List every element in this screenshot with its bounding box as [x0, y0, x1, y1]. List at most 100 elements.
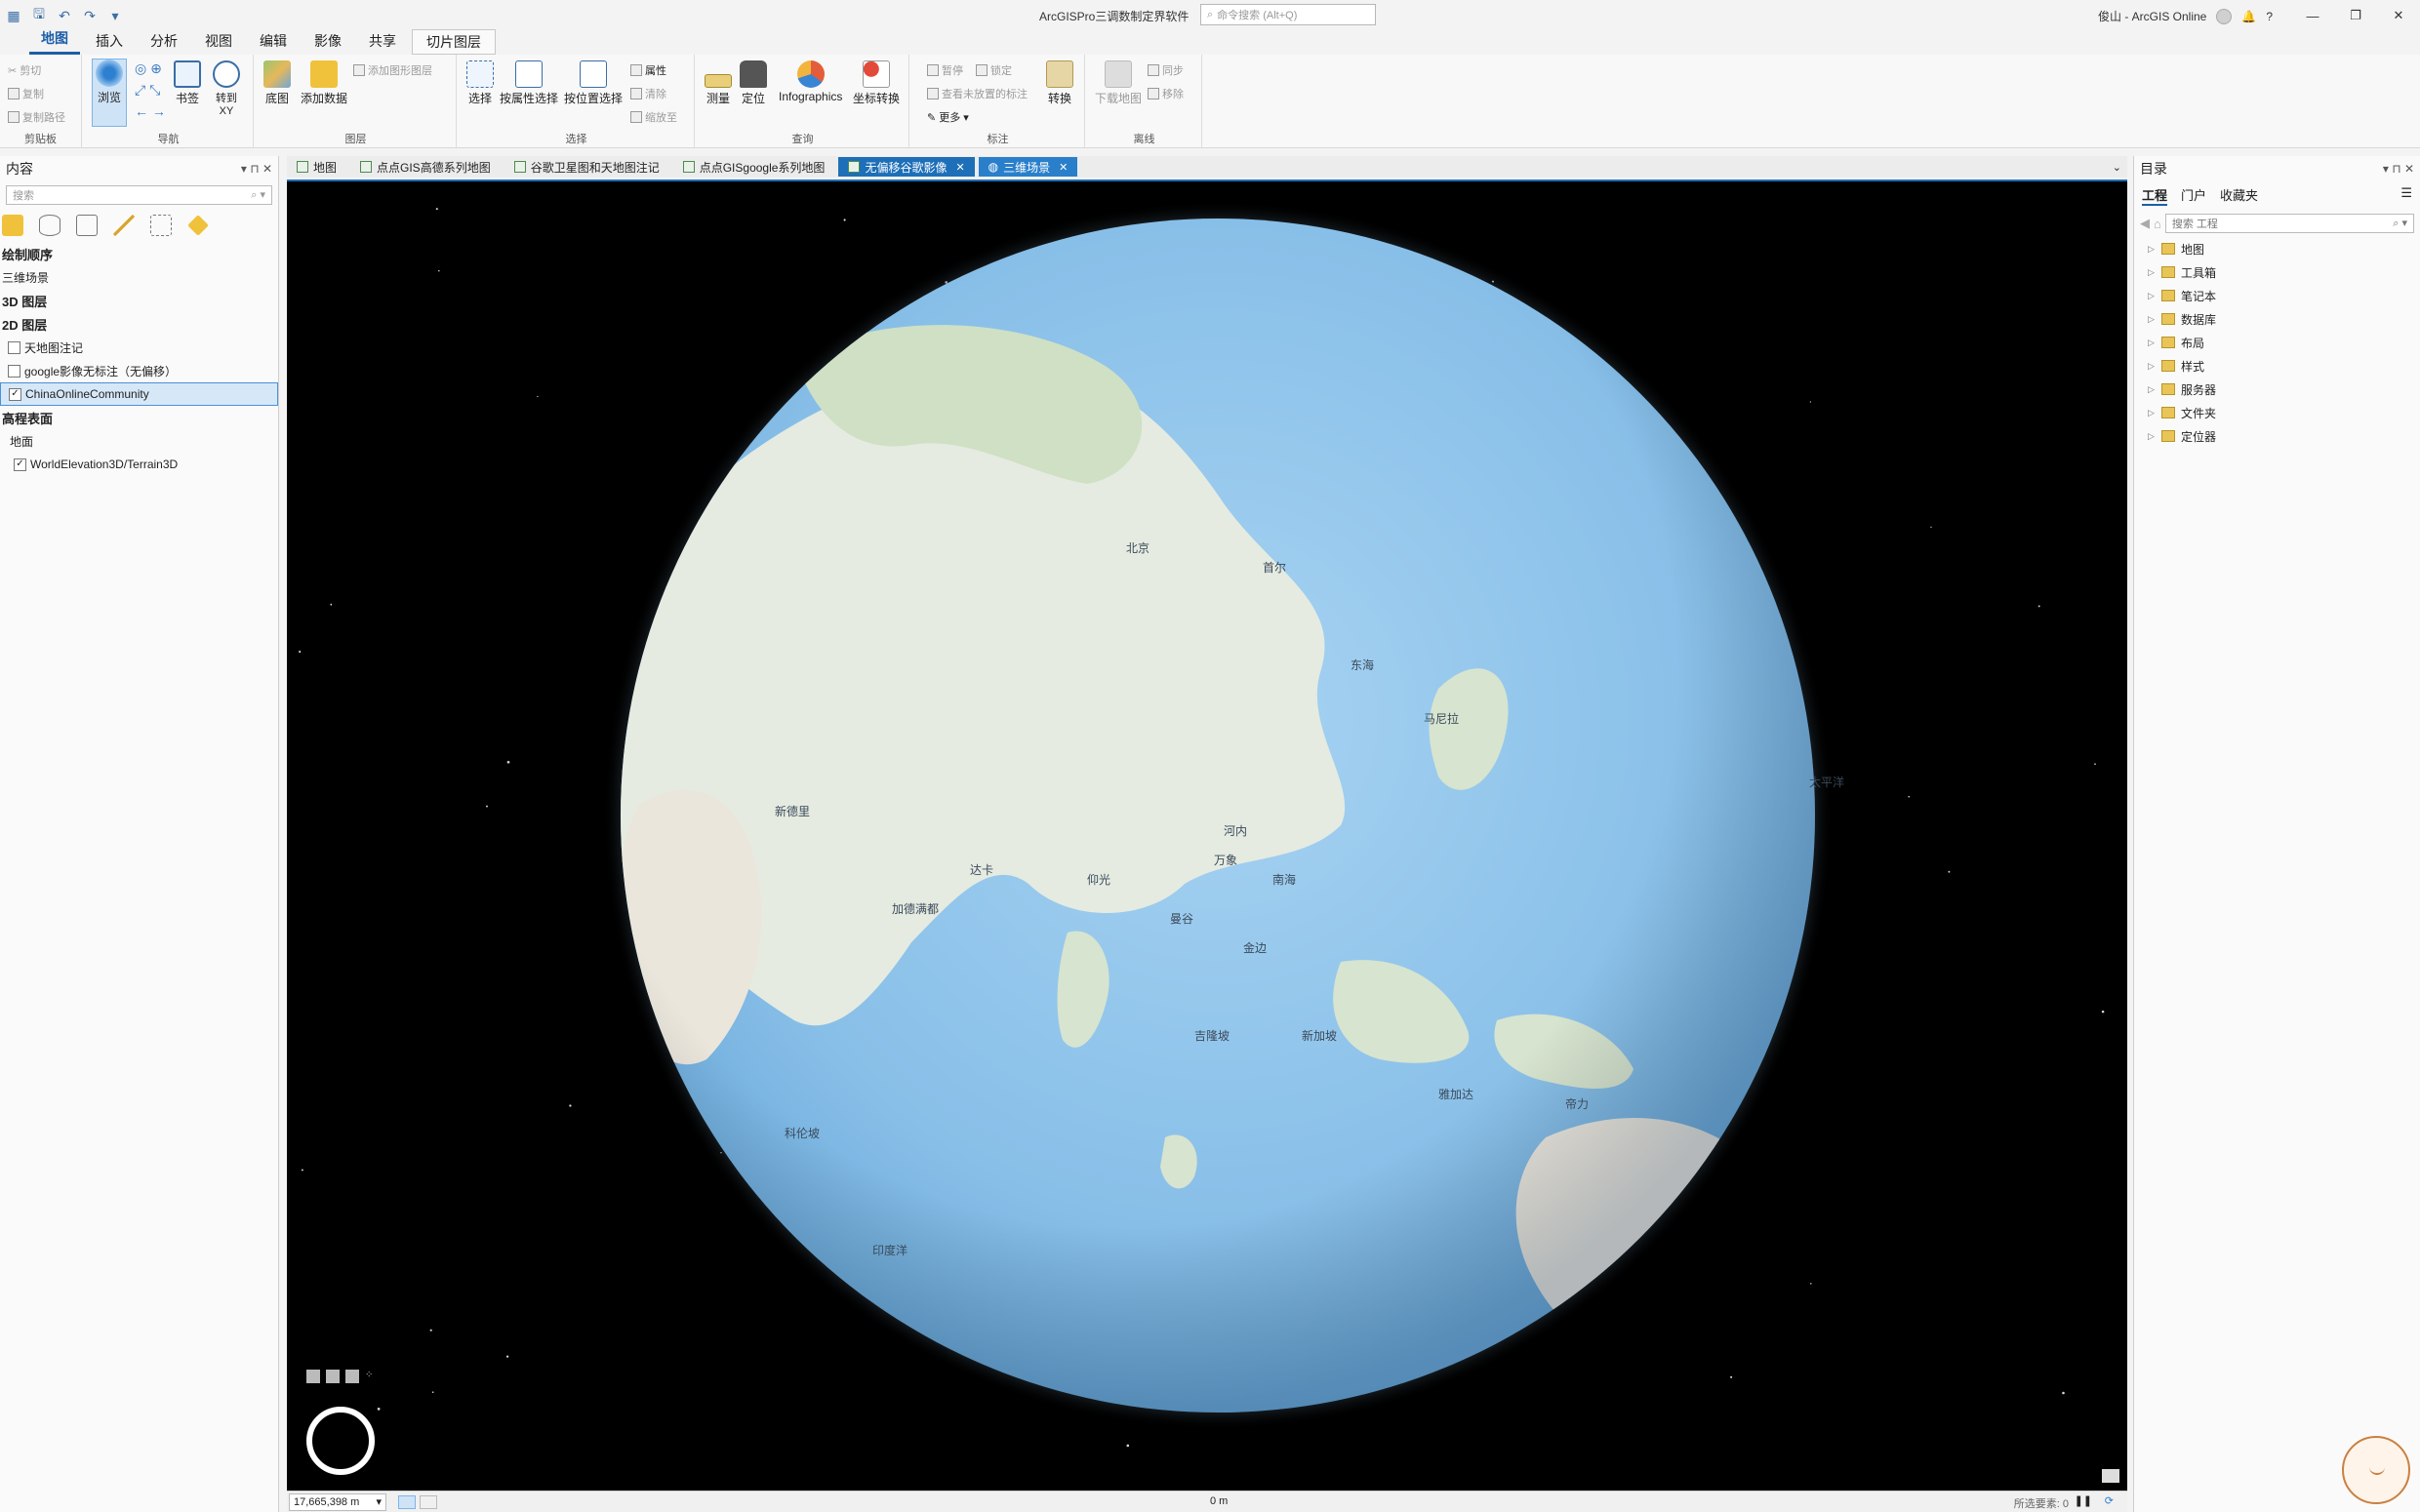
- tab-favorites[interactable]: 收藏夹: [2220, 185, 2258, 206]
- restore-button[interactable]: ❐: [2334, 0, 2377, 31]
- full-extent-icon[interactable]: ⤢ ⤡: [135, 82, 160, 99]
- expand-arrow-icon[interactable]: ▷: [2148, 431, 2156, 442]
- copy-button[interactable]: 复制: [8, 86, 44, 101]
- ribbon-tab-insert[interactable]: 插入: [84, 29, 135, 55]
- goto-xy-button[interactable]: 转到 XY: [209, 60, 244, 117]
- locate-button[interactable]: 定位: [740, 60, 767, 106]
- cut-button[interactable]: ✂ 剪切: [8, 62, 41, 78]
- scale-input[interactable]: 17,665,398 m ▾: [289, 1492, 386, 1511]
- layer-item[interactable]: 天地图注记: [0, 336, 278, 359]
- contents-search-input[interactable]: 搜索 ⌕ ▾: [6, 185, 272, 205]
- ribbon-tab-map[interactable]: 地图: [29, 26, 80, 55]
- navigator-control[interactable]: [306, 1407, 375, 1475]
- expand-arrow-icon[interactable]: ▷: [2148, 361, 2156, 372]
- add-graphics-layer-button[interactable]: 添加图形图层: [353, 62, 432, 78]
- layer-checkbox-checked[interactable]: ✓: [9, 387, 21, 401]
- layers-2d-node[interactable]: 2D 图层: [0, 312, 278, 336]
- ribbon-tab-analysis[interactable]: 分析: [139, 29, 189, 55]
- layer-checkbox[interactable]: [8, 364, 20, 378]
- lock-labels-button[interactable]: 锁定: [976, 62, 1012, 78]
- scene-tab[interactable]: ◍ 三维场景 ✕: [978, 157, 1078, 177]
- tab-portal[interactable]: 门户: [2181, 185, 2206, 206]
- scene-view[interactable]: 北京 马尼拉 河内 万象 曼谷 金边 仰光 达卡 加德满都 新德里 科伦坡 吉隆坡 新加坡 雅加达 帝力 首尔…: [287, 179, 2127, 1491]
- command-search-input[interactable]: ⌕ 命令搜索 (Alt+Q): [1200, 4, 1376, 25]
- convert-coordinates-button[interactable]: 坐标转换: [853, 60, 900, 106]
- ribbon-tab-tile-layer[interactable]: 切片图层: [412, 29, 496, 55]
- basemap-button[interactable]: 底图: [263, 60, 291, 106]
- up-arrow-icon[interactable]: [306, 1370, 320, 1383]
- clear-selection-button[interactable]: 清除: [630, 86, 666, 101]
- assistant-mascot-icon[interactable]: [2342, 1436, 2410, 1504]
- layers-3d-node[interactable]: 3D 图层: [0, 289, 278, 312]
- ribbon-tab-edit[interactable]: 编辑: [248, 29, 299, 55]
- close-window-button[interactable]: ✕: [2377, 0, 2420, 31]
- help-button[interactable]: ?: [2266, 10, 2273, 23]
- avatar[interactable]: [2216, 8, 2233, 24]
- close-tab-icon[interactable]: ✕: [1059, 161, 1068, 174]
- pane-controls-icon[interactable]: ▾ ⊓ ✕: [2383, 162, 2414, 176]
- catalog-search-input[interactable]: 搜索 工程 ⌕ ▾: [2164, 214, 2414, 233]
- layer-item[interactable]: google影像无标注（无偏移）: [0, 359, 278, 382]
- back-icon[interactable]: ◀: [2140, 216, 2150, 231]
- map-tab[interactable]: 地图: [287, 157, 346, 177]
- globe-scene[interactable]: 北京马尼拉河内万象曼谷金边 仰光 达卡加德满都 新德里科伦坡 吉隆坡 新加坡雅加达帝力 首尔…: [287, 181, 2127, 1491]
- menu-icon[interactable]: ☰: [2400, 185, 2412, 206]
- catalog-item-notebooks[interactable]: ▷ 笔记本: [2134, 284, 2420, 307]
- ground-node[interactable]: 地面: [0, 429, 278, 453]
- map-tab[interactable]: 谷歌卫星图和天地图注记: [504, 157, 669, 177]
- map-tips-icon[interactable]: [2102, 1469, 2119, 1483]
- map-tab[interactable]: 点点GIS高德系列地图: [350, 157, 501, 177]
- catalog-item-databases[interactable]: ▷ 数据库: [2134, 307, 2420, 331]
- expand-arrow-icon[interactable]: ▷: [2148, 244, 2156, 255]
- tab-list-chevron-icon[interactable]: ⌄: [2113, 161, 2127, 174]
- customize-chevron-icon[interactable]: ▾: [105, 8, 125, 24]
- select-button[interactable]: 选择: [466, 60, 494, 106]
- tab-project[interactable]: 工程: [2142, 185, 2168, 206]
- map-tab-active[interactable]: 无偏移谷歌影像 ✕: [838, 157, 975, 177]
- catalog-item-servers[interactable]: ▷ 服务器: [2134, 378, 2420, 401]
- bookmarks-button[interactable]: 书签: [174, 60, 201, 106]
- compass-icon[interactable]: [345, 1370, 359, 1383]
- attributes-button[interactable]: 属性: [630, 62, 666, 78]
- more-labeling-button[interactable]: ✎ 更多 ▾: [927, 109, 969, 125]
- expand-arrow-icon[interactable]: ▷: [2148, 314, 2156, 325]
- sync-button[interactable]: 同步: [1148, 62, 1184, 78]
- copy-path-button[interactable]: 复制路径: [8, 109, 65, 125]
- home-icon[interactable]: ⌂: [2154, 217, 2161, 231]
- catalog-item-toolboxes[interactable]: ▷ 工具箱: [2134, 260, 2420, 284]
- refresh-icon[interactable]: ⟳: [2105, 1494, 2114, 1507]
- redo-icon[interactable]: ↷: [80, 8, 100, 24]
- view-unplaced-button[interactable]: 查看未放置的标注: [927, 86, 1028, 101]
- save-icon[interactable]: 🖫: [29, 4, 49, 27]
- more-tools-icon[interactable]: ⁘: [365, 1370, 379, 1383]
- pause-drawing-icon[interactable]: ❚❚: [2075, 1494, 2092, 1507]
- editing-icon[interactable]: [113, 215, 135, 236]
- map-tab[interactable]: 点点GISgoogle系列地图: [673, 157, 835, 177]
- expand-arrow-icon[interactable]: ▷: [2148, 291, 2156, 301]
- convert-labels-button[interactable]: 转换: [1046, 60, 1073, 106]
- minimize-button[interactable]: —: [2291, 0, 2334, 31]
- scene-node[interactable]: 三维场景: [0, 265, 278, 289]
- infographics-button[interactable]: Infographics: [779, 60, 842, 103]
- catalog-item-folders[interactable]: ▷ 文件夹: [2134, 401, 2420, 424]
- zoom-tools-icon[interactable]: ◎ ⊕: [135, 60, 162, 77]
- elevation-checkbox-checked[interactable]: ✓: [14, 458, 26, 471]
- catalog-item-styles[interactable]: ▷ 样式: [2134, 354, 2420, 378]
- zoom-to-selection-button[interactable]: 缩放至: [630, 109, 677, 125]
- expand-arrow-icon[interactable]: ▷: [2148, 338, 2156, 348]
- select-by-attributes-button[interactable]: 按属性选择: [500, 60, 558, 106]
- drawing-order-icon[interactable]: [2, 215, 23, 236]
- layer-item-selected[interactable]: ✓ ChinaOnlineCommunity: [0, 382, 278, 406]
- select-by-location-button[interactable]: 按位置选择: [564, 60, 623, 106]
- pause-labels-button[interactable]: 暂停: [927, 62, 963, 78]
- measure-button[interactable]: 测量: [705, 60, 732, 106]
- ribbon-tab-share[interactable]: 共享: [357, 29, 408, 55]
- snapping-icon[interactable]: [150, 215, 172, 236]
- data-source-icon[interactable]: [39, 215, 60, 236]
- ribbon-tab-imagery[interactable]: 影像: [302, 29, 353, 55]
- close-tab-icon[interactable]: ✕: [955, 161, 964, 174]
- remove-offline-button[interactable]: 移除: [1148, 86, 1184, 101]
- labeling-icon[interactable]: [187, 215, 209, 236]
- selection-list-icon[interactable]: [76, 215, 98, 236]
- full-extent-icon[interactable]: [326, 1370, 340, 1383]
